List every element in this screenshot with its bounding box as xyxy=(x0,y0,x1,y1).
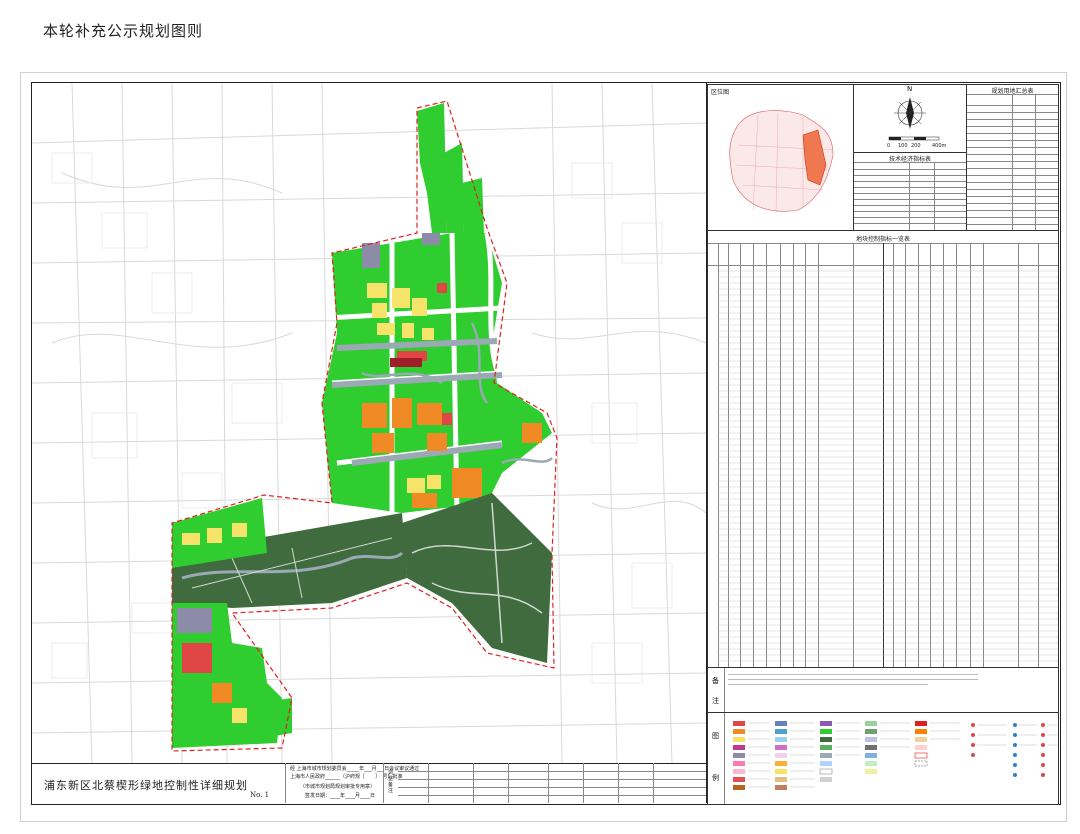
scale-label-0: 0 xyxy=(887,143,891,149)
location-map-box[interactable]: 区位图 xyxy=(707,84,854,231)
notes-label-2: 注 xyxy=(712,697,719,705)
legend-swatches xyxy=(733,721,1057,790)
southeast-tail xyxy=(257,698,292,738)
central-zone-base xyxy=(322,233,552,513)
tech-econ-table: 技术经济指标表 xyxy=(853,152,967,231)
notes-label-1: 备 xyxy=(712,677,719,685)
land-use-map[interactable] xyxy=(32,83,706,763)
scale-label-400: 400m xyxy=(932,143,947,149)
page-title: 本轮补充公示规划图则 xyxy=(43,22,204,40)
approval-line-3: （市城市规划局规划审批专用章） xyxy=(300,784,376,790)
control-table-rows xyxy=(718,270,1058,662)
revision-label: 调整备注 xyxy=(388,770,394,794)
north-block xyxy=(462,178,484,233)
compass-north-label: N xyxy=(907,85,913,93)
north-green-strip-2 xyxy=(444,143,464,233)
notes-box: 备 注 xyxy=(707,667,1059,714)
scale-label-200: 200 xyxy=(911,143,921,149)
revision-table xyxy=(398,763,706,803)
plan-number: No. 1 xyxy=(250,791,270,799)
scale-label-100: 100 xyxy=(898,143,908,149)
north-green-strip xyxy=(417,103,447,233)
legend-label-1: 图 xyxy=(712,732,719,740)
legend-box: 图 例 xyxy=(707,712,1059,805)
location-map-svg xyxy=(729,110,834,214)
compass-svg xyxy=(888,97,940,141)
land-use-map-svg xyxy=(32,83,706,763)
plan-name: 浦东新区北蔡楔形绿地控制性详细规划 xyxy=(44,779,248,792)
location-map-title: 区位图 xyxy=(711,89,730,96)
dark-red-block xyxy=(390,358,422,367)
compass-box: N 0 100 200 400m xyxy=(853,84,967,154)
forest-park xyxy=(402,493,552,663)
title-block-divider xyxy=(285,763,286,803)
title-block-divider-2 xyxy=(383,763,384,803)
approval-date: 签发日期：____年____月____日 xyxy=(305,793,376,799)
legend-label-2: 例 xyxy=(712,774,719,782)
control-indicator-table: 地块控制指标一览表 xyxy=(707,230,1059,669)
land-use-summary-table: 规划用地汇总表 xyxy=(966,84,1059,231)
approval-line-2: 上海市人民政府______（沪府规［ ］ 号）批准 xyxy=(290,774,403,780)
